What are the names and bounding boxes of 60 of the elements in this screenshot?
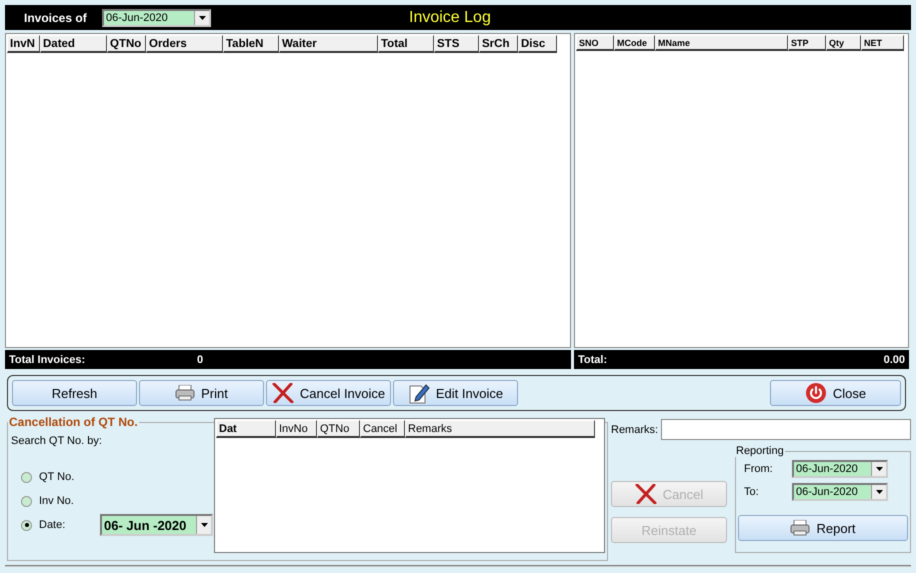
total-invoices-label: Total Invoices: (9, 354, 86, 366)
printer-icon (790, 520, 810, 536)
power-icon (804, 382, 827, 404)
column-header[interactable]: QTNo (317, 420, 360, 438)
reporting-title: Reporting (735, 445, 785, 457)
remarks-label: Remarks: (611, 424, 658, 436)
radio-button[interactable] (21, 472, 32, 482)
close-button[interactable]: Close (770, 380, 901, 406)
column-header[interactable]: Waiter (279, 35, 378, 53)
from-date-dropdown[interactable]: 06-Jun-2020 (792, 460, 888, 478)
dropdown-arrow-icon (200, 523, 208, 527)
printer-icon (175, 385, 196, 401)
column-header[interactable]: Dated (40, 35, 107, 53)
column-header[interactable]: SrCh (479, 35, 518, 53)
radio-label[interactable]: QT No. (39, 471, 93, 483)
remarks-field[interactable] (661, 419, 911, 440)
toolbar-button[interactable]: Edit Invoice (393, 380, 518, 406)
toolbar-button[interactable]: Print (139, 380, 264, 406)
group-title: Cancellation of QT No. (8, 415, 139, 429)
column-header[interactable]: MName (655, 35, 788, 51)
cross-icon (272, 383, 294, 403)
toolbar-button[interactable]: Refresh (12, 380, 137, 406)
total-value: 0.00 (884, 354, 905, 366)
dropdown-arrow-icon (876, 466, 882, 470)
column-header[interactable]: STP (788, 35, 826, 51)
invoices-of-label: Invoices of (24, 10, 88, 24)
date-dropdown[interactable]: 06- Jun -2020 (100, 514, 213, 536)
column-header[interactable]: MCode (614, 35, 655, 51)
column-header[interactable]: Orders (146, 35, 223, 53)
radio-label[interactable]: Date: (39, 519, 93, 531)
column-header[interactable]: InvNo (276, 420, 317, 438)
column-header[interactable]: Cancel (360, 420, 405, 438)
column-header[interactable]: Dat (216, 420, 276, 438)
window-title: Invoice Log (409, 8, 491, 26)
total-label: Total: (578, 354, 608, 366)
radio-button[interactable] (21, 520, 32, 530)
radio-button[interactable] (21, 496, 32, 506)
toolbar-button[interactable]: Cancel Invoice (266, 380, 391, 406)
from-label: From: (744, 462, 774, 474)
column-header[interactable]: Total (378, 35, 434, 53)
to-label: To: (744, 486, 760, 498)
column-header[interactable]: QTNo (107, 35, 146, 53)
to-date-dropdown[interactable]: 06-Jun-2020 (792, 482, 888, 500)
column-header[interactable]: Qty (826, 35, 861, 51)
column-header[interactable]: InvN (7, 35, 40, 53)
column-header[interactable]: TableN (223, 35, 279, 53)
column-header[interactable]: Remarks (405, 420, 595, 438)
column-header[interactable]: SNO (576, 35, 614, 51)
dropdown-arrow-icon (198, 16, 206, 20)
search-label: Search QT No. by: (11, 435, 103, 447)
cross-icon (634, 484, 657, 504)
edit-document-icon (408, 382, 430, 404)
dropdown-arrow-icon (876, 490, 882, 494)
date-dropdown[interactable]: 06-Jun-2020 (102, 8, 211, 26)
report-button[interactable]: Report (738, 515, 908, 541)
column-header[interactable]: Disc (518, 35, 557, 53)
total-invoices-count: 0 (197, 354, 204, 366)
radio-label[interactable]: Inv No. (39, 495, 93, 507)
column-header[interactable]: NET (861, 35, 904, 51)
column-header[interactable]: STS (434, 35, 479, 53)
